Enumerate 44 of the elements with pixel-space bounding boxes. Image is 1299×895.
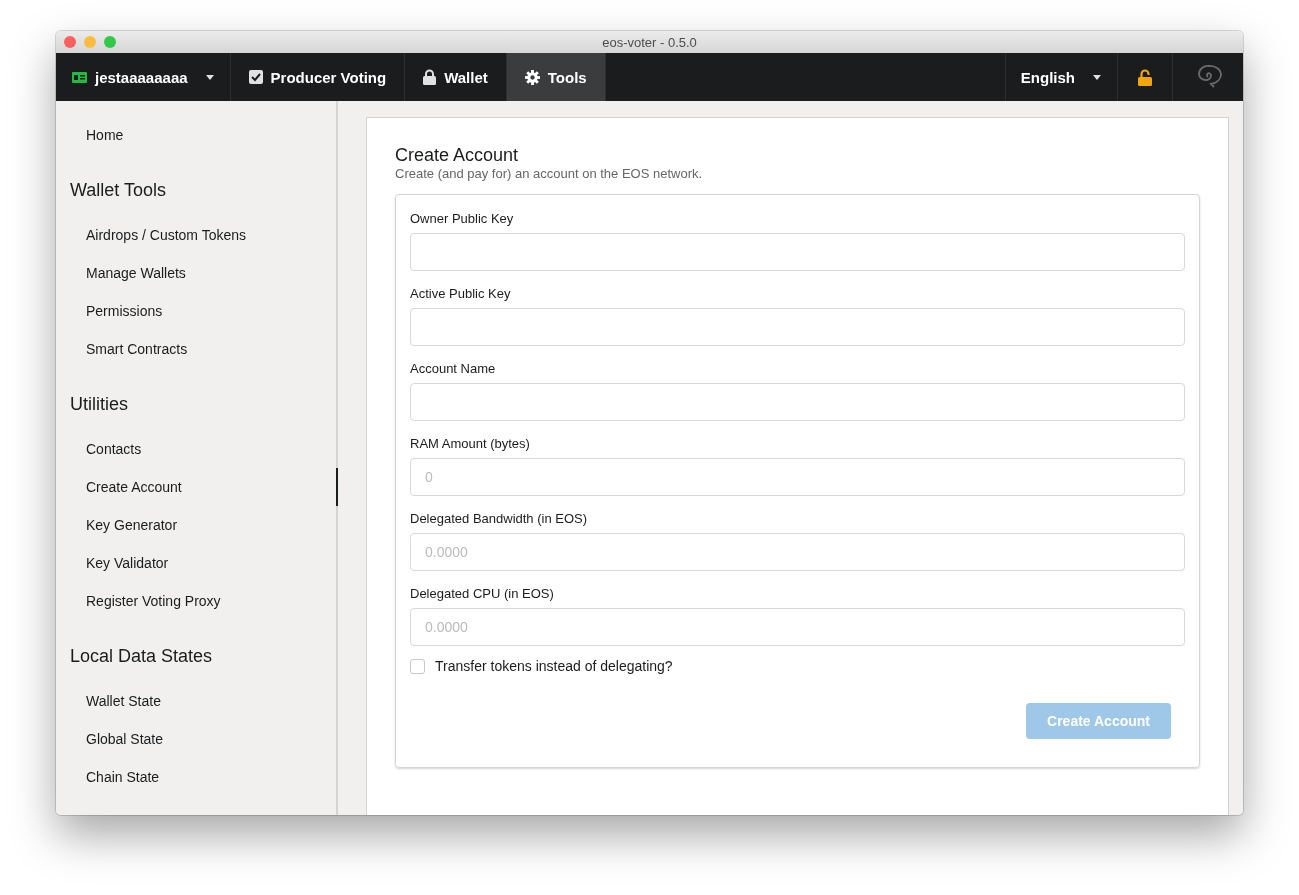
- checkbox[interactable]: [410, 658, 425, 674]
- input-field[interactable]: [410, 308, 1185, 346]
- section-heading: Local Data States: [69, 645, 214, 668]
- checkbox-label[interactable]: Transfer tokens instead of delegating?: [435, 658, 673, 674]
- sidebar-item[interactable]: Key Validator: [56, 544, 338, 582]
- gear-icon: [524, 69, 540, 85]
- sidebar-item[interactable]: Permissions: [56, 292, 338, 330]
- sidebar-item[interactable]: Global State: [56, 720, 338, 758]
- field-label: Delegated CPU (in EOS): [410, 585, 555, 603]
- sidebar-item[interactable]: Chain State: [56, 758, 338, 796]
- caret-icon: [1093, 74, 1101, 80]
- input-field[interactable]: [410, 233, 1185, 271]
- section-heading: Utilities: [69, 393, 129, 416]
- id-card-icon: [72, 71, 87, 83]
- checkbox-icon: [248, 70, 263, 84]
- minimize-button[interactable]: [84, 36, 96, 48]
- sidebar-item[interactable]: Manage Wallets: [56, 254, 338, 292]
- page-title: Create Account: [395, 144, 520, 166]
- field-label: RAM Amount (bytes): [410, 435, 531, 453]
- nav-tab[interactable]: Tools: [506, 53, 606, 101]
- window-title: eos-voter - 0.5.0: [602, 34, 697, 50]
- sidebar-item[interactable]: Register Voting Proxy: [56, 582, 338, 620]
- unlocked-padlock-icon: [1138, 68, 1152, 86]
- sidebar-item[interactable]: Airdrops / Custom Tokens: [56, 216, 338, 254]
- caret-icon: [205, 74, 214, 80]
- page-subtitle: Create (and pay for) an account on the EOS network.: [395, 166, 704, 181]
- sidebar-item[interactable]: Home: [56, 116, 338, 154]
- sidebar-item[interactable]: Create Account: [56, 468, 338, 506]
- sidebar-item[interactable]: Contacts: [56, 430, 338, 468]
- input-field[interactable]: 0.0000: [410, 533, 1185, 571]
- lock-icon: [423, 69, 437, 85]
- input-field[interactable]: 0.0000: [410, 608, 1185, 646]
- field-label: Active Public Key: [410, 285, 512, 303]
- section-heading: Wallet Tools: [69, 179, 168, 202]
- field-label: Account Name: [410, 360, 497, 378]
- close-button[interactable]: [64, 36, 76, 48]
- field-label: Owner Public Key: [410, 210, 515, 228]
- sidebar-item[interactable]: Smart Contracts: [56, 330, 338, 368]
- input-field[interactable]: 0: [410, 458, 1185, 496]
- input-field[interactable]: [410, 383, 1185, 421]
- sidebar-item[interactable]: Key Generator: [56, 506, 338, 544]
- maximize-button[interactable]: [104, 36, 116, 48]
- sidebar-item[interactable]: Wallet State: [56, 682, 338, 720]
- field-label: Delegated Bandwidth (in EOS): [410, 510, 589, 528]
